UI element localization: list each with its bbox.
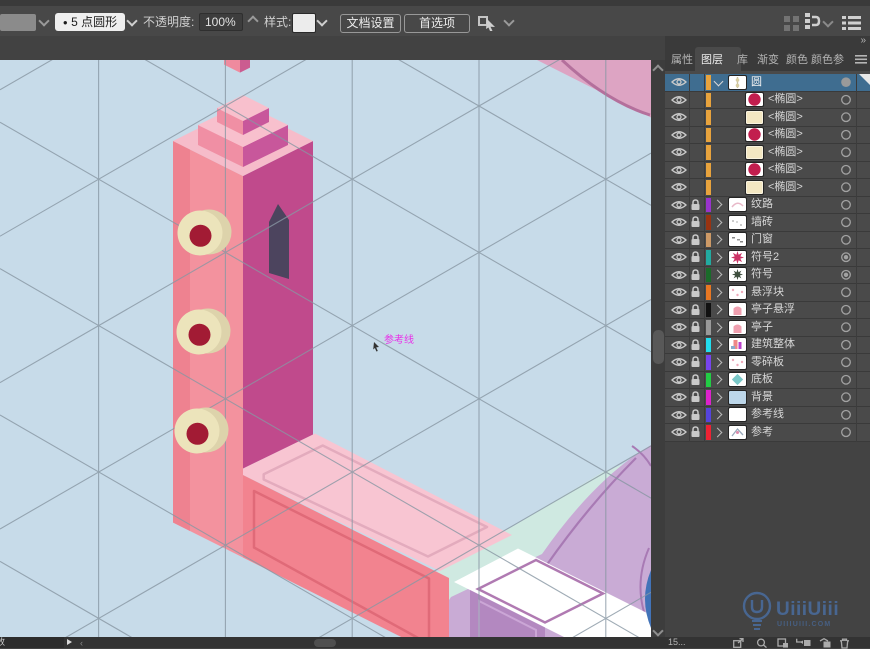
svg-text:UiiiUiii: UiiiUiii [776, 599, 839, 620]
svg-text:UIIIUIII.COM: UIIIUIII.COM [777, 621, 831, 628]
